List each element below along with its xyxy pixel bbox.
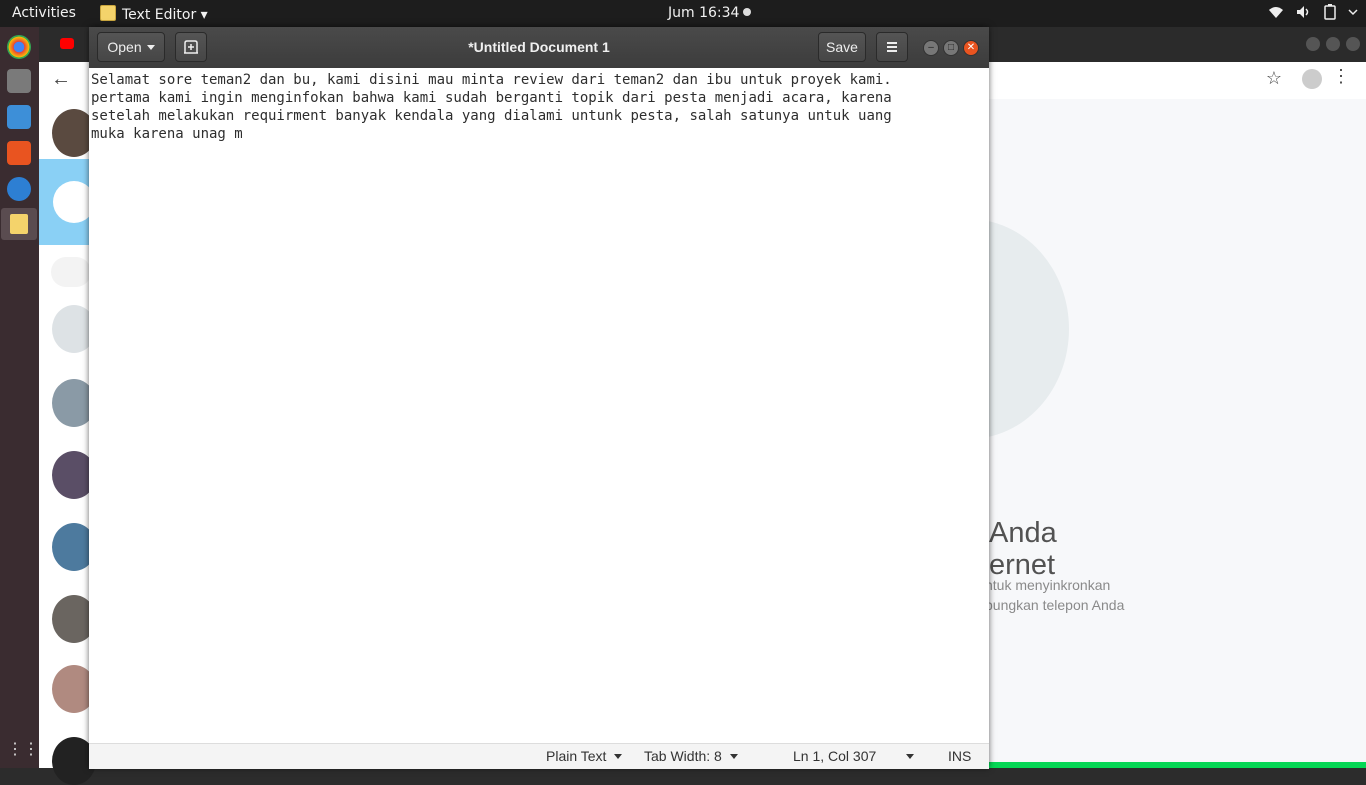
notification-banner[interactable] bbox=[39, 159, 95, 245]
maximize-icon[interactable] bbox=[1326, 37, 1340, 51]
system-tray[interactable] bbox=[1268, 4, 1358, 20]
minimize-button[interactable]: – bbox=[923, 40, 939, 56]
minimize-icon: – bbox=[928, 42, 934, 53]
text-area[interactable]: Selamat sore teman2 dan bu, kami disini … bbox=[89, 68, 989, 743]
accent-bar bbox=[989, 762, 1366, 768]
system-menu-icon bbox=[1348, 9, 1358, 16]
app-menu-label: Text Editor ▾ bbox=[122, 7, 208, 23]
volume-icon bbox=[1297, 6, 1309, 18]
maximize-button[interactable]: □ bbox=[943, 40, 959, 56]
close-icon[interactable] bbox=[1346, 37, 1360, 51]
cursor-position-label: Ln 1, Col 307 bbox=[793, 748, 877, 764]
text-editor-icon[interactable] bbox=[1, 208, 37, 240]
hamburger-icon bbox=[887, 42, 897, 52]
back-icon[interactable]: ← bbox=[51, 68, 71, 91]
intro-text: ntuk menyinkronkan pungkan telepon Anda bbox=[985, 577, 1125, 613]
new-tab-button[interactable] bbox=[175, 32, 207, 62]
language-selector[interactable]: Plain Text bbox=[546, 748, 623, 764]
help-icon[interactable] bbox=[7, 177, 31, 201]
files-icon[interactable] bbox=[7, 69, 31, 93]
menu-icon[interactable]: ⋮ bbox=[1332, 66, 1350, 87]
star-icon[interactable]: ☆ bbox=[1266, 68, 1282, 89]
wifi-icon bbox=[1269, 7, 1283, 18]
notification-dot-icon bbox=[743, 8, 752, 16]
maximize-icon: □ bbox=[947, 42, 955, 53]
cursor-position[interactable]: Ln 1, Col 307 bbox=[793, 748, 915, 764]
chevron-down-icon bbox=[146, 44, 155, 50]
chat-list bbox=[39, 99, 96, 785]
intro-heading: Anda ernet bbox=[989, 517, 1057, 581]
software-icon[interactable] bbox=[7, 141, 31, 165]
top-bar: Activities Text Editor ▾ Jum 16:34 bbox=[0, 0, 1366, 27]
save-button[interactable]: Save bbox=[818, 32, 866, 62]
document-text[interactable]: Selamat sore teman2 dan bu, kami disini … bbox=[89, 68, 951, 143]
chevron-down-icon bbox=[906, 754, 915, 759]
chevron-down-icon bbox=[614, 754, 623, 759]
open-label: Open bbox=[107, 39, 142, 55]
tab-width-label: Tab Width: 8 bbox=[644, 748, 722, 764]
writer-icon[interactable] bbox=[7, 105, 31, 129]
battery-icon bbox=[1324, 4, 1336, 20]
language-label: Plain Text bbox=[546, 748, 607, 764]
open-button[interactable]: Open bbox=[97, 32, 165, 62]
status-bar: Plain Text Tab Width: 8 Ln 1, Col 307 IN… bbox=[89, 743, 989, 769]
dock: ⋮⋮⋮ bbox=[0, 27, 55, 768]
close-icon: ✕ bbox=[966, 42, 976, 53]
minimize-icon[interactable] bbox=[1306, 37, 1320, 51]
text-editor-window: Open *Untitled Document 1 Save – □ ✕ Sel… bbox=[89, 27, 989, 769]
tab-width-selector[interactable]: Tab Width: 8 bbox=[644, 748, 738, 764]
insert-mode[interactable]: INS bbox=[948, 748, 971, 764]
youtube-tab-icon[interactable] bbox=[60, 38, 74, 49]
apps-grid-icon[interactable]: ⋮⋮⋮ bbox=[7, 739, 55, 763]
search-input[interactable] bbox=[51, 257, 91, 287]
hamburger-menu-button[interactable] bbox=[876, 32, 908, 62]
clock-label: Jum 16:34 bbox=[668, 5, 740, 21]
intro-panel: Anda ernet ntuk menyinkronkan pungkan te… bbox=[869, 99, 1366, 768]
close-button[interactable]: ✕ bbox=[963, 40, 979, 56]
header-bar: Open *Untitled Document 1 Save – □ ✕ bbox=[89, 27, 989, 69]
clock[interactable]: Jum 16:34 bbox=[668, 5, 752, 21]
app-menu[interactable]: Text Editor ▾ bbox=[100, 5, 208, 23]
activities-button[interactable]: Activities bbox=[12, 5, 76, 21]
new-document-icon bbox=[184, 40, 198, 54]
chevron-down-icon bbox=[729, 754, 738, 759]
chrome-icon[interactable] bbox=[7, 35, 31, 59]
account-icon[interactable] bbox=[1302, 69, 1322, 89]
text-editor-icon bbox=[100, 5, 116, 21]
